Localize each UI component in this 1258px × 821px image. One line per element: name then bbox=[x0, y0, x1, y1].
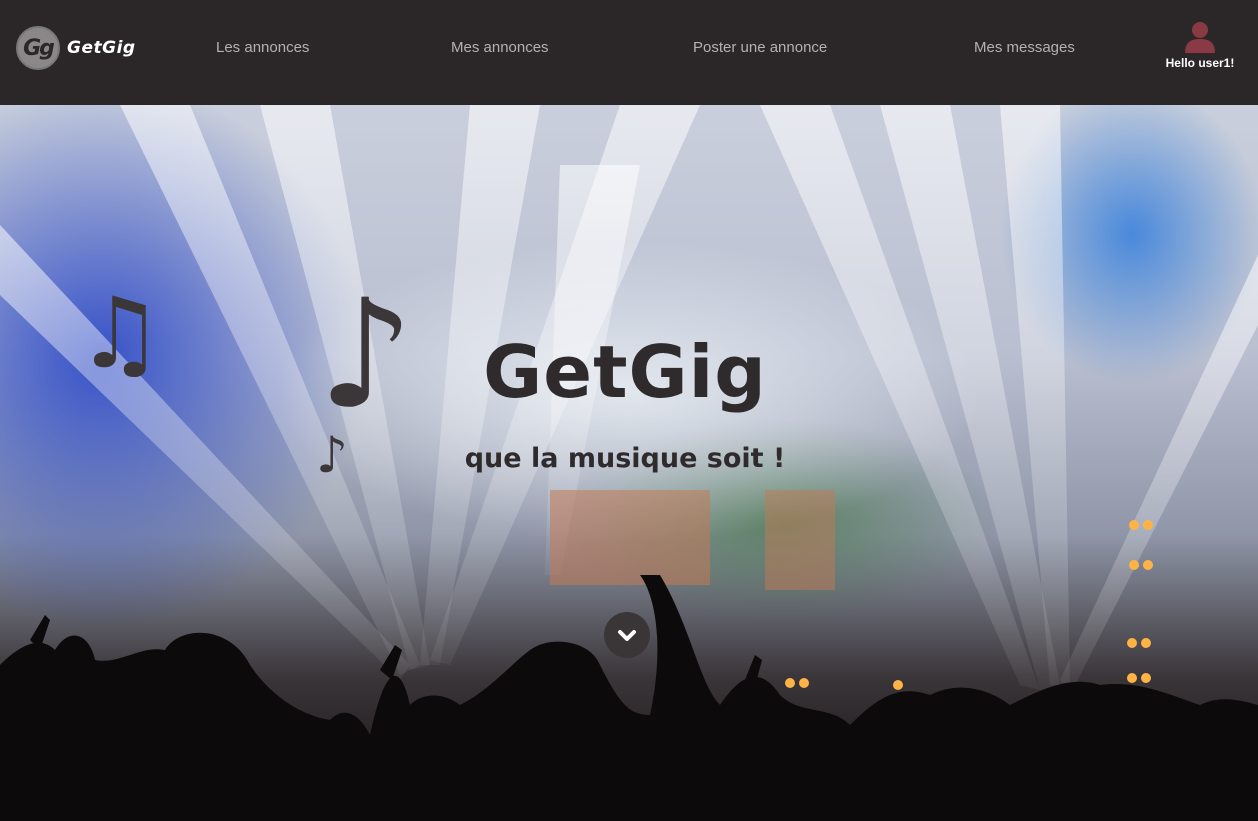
user-icon bbox=[1185, 22, 1215, 53]
music-note-small-icon: ♪ bbox=[316, 426, 348, 484]
hero-subtitle: que la musique soit ! bbox=[464, 443, 786, 474]
brand-name: GetGig bbox=[67, 38, 136, 58]
navbar: Gg GetGig Les annonces Mes annonces Post… bbox=[0, 0, 1258, 105]
nav-link-poster-une-annonce[interactable]: Poster une annonce bbox=[693, 39, 827, 56]
chevron-down-icon bbox=[618, 630, 636, 641]
page: Gg GetGig Les annonces Mes annonces Post… bbox=[0, 0, 1258, 821]
brand-logo-link[interactable]: Gg GetGig bbox=[16, 26, 136, 70]
hero-title: GetGig bbox=[483, 330, 767, 414]
nav-link-mes-messages[interactable]: Mes messages bbox=[974, 39, 1075, 56]
scroll-down-button[interactable] bbox=[604, 612, 650, 658]
hero-banner: ♫ ♪ ♪ GetGig que la musique soit ! bbox=[0, 105, 1258, 821]
nav-link-mes-annonces[interactable]: Mes annonces bbox=[451, 39, 549, 56]
music-notes-icon: ♫ bbox=[76, 277, 164, 391]
user-menu[interactable]: Hello user1! bbox=[1160, 20, 1240, 70]
logo-badge: Gg bbox=[16, 26, 60, 70]
user-greeting: Hello user1! bbox=[1165, 56, 1235, 70]
music-note-large-icon: ♪ bbox=[318, 268, 414, 442]
nav-link-les-annonces[interactable]: Les annonces bbox=[216, 39, 309, 56]
